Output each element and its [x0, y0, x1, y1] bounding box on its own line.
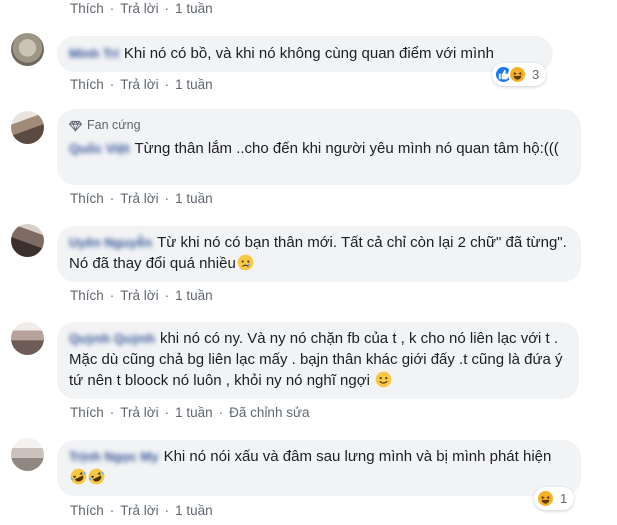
like-link[interactable]: Thích [70, 503, 104, 518]
avatar[interactable] [11, 224, 44, 257]
fan-badge: Fan cứng [69, 115, 569, 136]
avatar[interactable] [11, 438, 44, 471]
avatar[interactable] [11, 322, 44, 355]
comment-text: Khi nó nói xấu và đâm sau lưng mình và b… [163, 448, 552, 465]
comment-bubble: Trịnh Ngọc My Khi nó nói xấu và đâm sau l… [57, 440, 581, 496]
comment-author[interactable]: Quốc Việt [69, 138, 129, 159]
edited-label[interactable]: Đã chỉnh sửa [229, 405, 309, 420]
comment-actions: Thích · Trả lời · 1 tuần [70, 191, 213, 206]
haha-reaction-icon [508, 65, 527, 84]
like-link[interactable]: Thích [70, 77, 104, 92]
reply-link[interactable]: Trả lời [120, 1, 158, 16]
diamond-icon [69, 120, 82, 132]
like-link[interactable]: Thích [70, 191, 104, 206]
sad-face-emoji-icon [237, 254, 254, 271]
comment-time[interactable]: 1 tuần [175, 405, 213, 420]
avatar[interactable] [11, 33, 44, 66]
comment-time[interactable]: 1 tuần [175, 503, 213, 518]
comment-bubble: Minh Trí Khi nó có bồ, và khi nó không cù… [57, 36, 553, 72]
comment-author[interactable]: Uyên Nguyễn [69, 232, 152, 253]
comment-time[interactable]: 1 tuần [175, 1, 213, 16]
comment-bubble: Fan cứng Quốc Việt Từng thân lắm ..cho đế… [57, 109, 581, 185]
avatar[interactable] [11, 111, 44, 144]
reply-link[interactable]: Trả lời [120, 503, 158, 518]
reaction-summary[interactable]: 1 [534, 487, 575, 510]
reply-link[interactable]: Trả lời [120, 405, 158, 420]
comment-author[interactable]: Minh Trí [69, 43, 119, 64]
comment-actions-top: Thích · Trả lời · 1 tuần [70, 1, 213, 16]
haha-reaction-icon [536, 489, 555, 508]
comment-actions: Thích · Trả lời · 1 tuần [70, 503, 213, 518]
reply-link[interactable]: Trả lời [120, 191, 158, 206]
like-link[interactable]: Thích [70, 405, 104, 420]
fan-badge-label: Fan cứng [87, 118, 141, 132]
comment-author[interactable]: Quỳnh Quỳnh [69, 328, 155, 349]
comment-text: Khi nó có bồ, và khi nó không cùng quan … [123, 45, 494, 62]
reaction-count: 3 [532, 67, 540, 82]
rofl-emoji-icon [70, 468, 87, 485]
comment-time[interactable]: 1 tuần [175, 77, 213, 92]
comment-bubble: Quỳnh Quỳnh khi nó có ny. Và ny nó chặn f… [57, 322, 579, 399]
comment-bubble: Uyên Nguyễn Từ khi nó có bạn thân mới. Tấ… [57, 226, 581, 282]
comment-actions: Thích · Trả lời · 1 tuần [70, 288, 213, 303]
comment-actions: Thích · Trả lời · 1 tuần [70, 77, 213, 92]
smile-emoji-icon [375, 371, 392, 388]
comment-time[interactable]: 1 tuần [175, 288, 213, 303]
reply-link[interactable]: Trả lời [120, 288, 158, 303]
reaction-summary[interactable]: 3 [492, 63, 547, 86]
comment-time[interactable]: 1 tuần [175, 191, 213, 206]
comment-author[interactable]: Trịnh Ngọc My [69, 446, 159, 467]
reply-link[interactable]: Trả lời [120, 77, 158, 92]
comment-actions: Thích · Trả lời · 1 tuần · Đã chỉnh sửa [70, 405, 310, 420]
like-link[interactable]: Thích [70, 1, 104, 16]
rofl-emoji-icon [88, 468, 105, 485]
like-link[interactable]: Thích [70, 288, 104, 303]
comment-text: Từng thân lắm ..cho đến khi người yêu mì… [134, 140, 559, 157]
reaction-count: 1 [560, 491, 568, 506]
